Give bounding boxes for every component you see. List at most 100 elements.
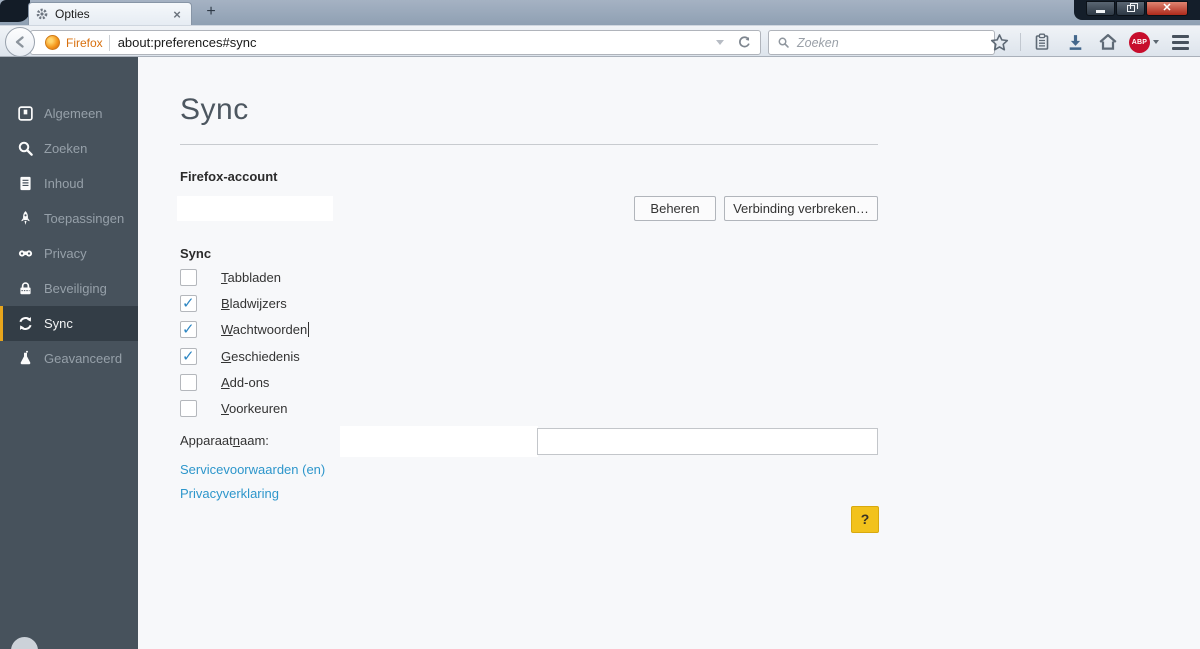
- sidebar-item-geavanceerd[interactable]: Geavanceerd: [0, 341, 138, 376]
- gear-icon: [36, 8, 48, 20]
- checkbox-label: Wachtwoorden: [221, 321, 308, 337]
- flask-icon: [20, 350, 31, 365]
- checkbox-row-geschiedenis[interactable]: Geschiedenis: [180, 347, 300, 365]
- clipboard-icon: [1035, 33, 1049, 50]
- sidebar-item-toepassingen[interactable]: Toepassingen: [0, 201, 138, 236]
- firefox-account-label: Firefox-account: [180, 169, 278, 184]
- checkbox[interactable]: [180, 347, 197, 365]
- toolbar-divider: [1020, 33, 1021, 51]
- sidebar-item-sync[interactable]: Sync: [0, 306, 138, 341]
- checkbox-row-wachtwoorden[interactable]: Wachtwoorden: [180, 320, 310, 338]
- sidebar-item-label: Geavanceerd: [44, 351, 123, 366]
- checkbox[interactable]: [180, 268, 197, 286]
- checkbox-row-addons[interactable]: Add-ons: [180, 373, 269, 391]
- sidebar-item-label: Inhoud: [44, 176, 84, 191]
- title-divider: [180, 144, 878, 145]
- restore-icon: [1126, 3, 1138, 12]
- toolbar-buttons: ABP: [987, 26, 1192, 58]
- tab-strip: Opties × + ✕: [0, 0, 1200, 25]
- url-separator: [108, 34, 110, 51]
- sidebar-item-zoeken[interactable]: Zoeken: [0, 131, 138, 166]
- download-arrow-icon: [1069, 34, 1081, 50]
- device-name-redacted: [340, 426, 538, 457]
- home-icon: [1099, 34, 1117, 50]
- mask-icon: [18, 250, 33, 257]
- text-caret: [308, 321, 310, 337]
- back-arrow-icon: [15, 36, 24, 48]
- star-icon: [990, 33, 1008, 51]
- close-icon: ✕: [1162, 2, 1172, 14]
- minimize-icon: [1096, 10, 1105, 13]
- close-button[interactable]: ✕: [1146, 1, 1188, 16]
- checkbox-row-bladwijzers[interactable]: Bladwijzers: [180, 294, 287, 312]
- sync-preferences-main: Sync Firefox-account Beheren Verbinding …: [138, 57, 1200, 649]
- sidebar-item-label: Beveiliging: [44, 281, 107, 296]
- restore-button[interactable]: [1116, 1, 1145, 16]
- tab-title: Opties: [55, 7, 90, 21]
- help-button[interactable]: ?: [851, 506, 879, 533]
- checkbox-label: Tabbladen: [221, 269, 281, 285]
- rocket-icon: [21, 211, 30, 225]
- scroll-peek-circle: [11, 637, 38, 649]
- lock-icon: [20, 282, 31, 295]
- browser-window: Opties × + ✕ Firefox about:preferences#s…: [0, 0, 1200, 649]
- hamburger-icon: [1171, 34, 1189, 50]
- window-corner: [0, 0, 30, 22]
- checkbox-label: Geschiedenis: [221, 348, 300, 364]
- firefox-badge-label[interactable]: Firefox: [66, 36, 103, 50]
- checkbox[interactable]: [180, 320, 197, 338]
- checkbox-label: Bladwijzers: [221, 295, 287, 311]
- sidebar-item-label: Privacy: [44, 246, 87, 261]
- home-button[interactable]: [1096, 30, 1120, 54]
- adblock-caret-icon: [1153, 40, 1159, 44]
- reload-icon: [738, 36, 750, 48]
- checkbox[interactable]: [180, 399, 197, 417]
- privacy-notice-link[interactable]: Privacyverklaring: [180, 486, 279, 501]
- window-controls: ✕: [1074, 0, 1200, 20]
- new-tab-button[interactable]: +: [198, 3, 224, 22]
- adblock-button[interactable]: ABP: [1129, 31, 1159, 53]
- general-panel-icon: [18, 106, 33, 121]
- back-button[interactable]: [5, 27, 35, 57]
- search-icon: [18, 141, 33, 156]
- url-text[interactable]: about:preferences#sync: [118, 35, 716, 50]
- checkbox-row-voorkeuren[interactable]: Voorkeuren: [180, 399, 288, 417]
- firefox-badge-icon[interactable]: [45, 35, 60, 50]
- search-box[interactable]: Zoeken: [768, 30, 995, 55]
- reload-button[interactable]: [734, 33, 754, 53]
- bookmark-star-button[interactable]: [987, 30, 1011, 54]
- minimize-button[interactable]: [1086, 1, 1115, 16]
- tab-opties[interactable]: Opties ×: [28, 2, 192, 25]
- checkbox[interactable]: [180, 294, 197, 312]
- sidebar-item-beveiliging[interactable]: Beveiliging: [0, 271, 138, 306]
- sidebar-item-label: Zoeken: [44, 141, 88, 156]
- sidebar-item-label: Toepassingen: [44, 211, 125, 226]
- search-placeholder: Zoeken: [797, 35, 839, 50]
- sidebar-item-label: Sync: [44, 316, 73, 331]
- sync-arrows-icon: [19, 317, 32, 330]
- page-title: Sync: [180, 93, 249, 126]
- manage-button[interactable]: Beheren: [634, 196, 716, 221]
- url-dropdown-icon[interactable]: [716, 40, 724, 45]
- sidebar-item-privacy[interactable]: Privacy: [0, 236, 138, 271]
- bookmarks-menu-button[interactable]: [1030, 30, 1054, 54]
- checkbox-label: Voorkeuren: [221, 400, 288, 416]
- document-icon: [20, 176, 31, 191]
- menu-button[interactable]: [1168, 30, 1192, 54]
- device-name-input[interactable]: [537, 428, 878, 455]
- terms-of-service-link[interactable]: Servicevoorwaarden (en): [180, 462, 325, 477]
- checkbox-row-tabbladen[interactable]: Tabbladen: [180, 268, 281, 286]
- downloads-button[interactable]: [1063, 30, 1087, 54]
- tab-close-button[interactable]: ×: [169, 7, 185, 22]
- url-bar[interactable]: Firefox about:preferences#sync: [30, 30, 761, 55]
- disconnect-button[interactable]: Verbinding verbreken…: [724, 196, 878, 221]
- checkbox[interactable]: [180, 373, 197, 391]
- search-icon: [778, 37, 789, 48]
- device-name-label: Apparaatnaam:: [180, 433, 269, 448]
- sidebar-item-algemeen[interactable]: Algemeen: [0, 96, 138, 131]
- sidebar-item-label: Algemeen: [44, 106, 103, 121]
- navigation-toolbar: Firefox about:preferences#sync Zoeken AB…: [0, 25, 1200, 57]
- adblock-abp-icon: ABP: [1129, 31, 1150, 53]
- sidebar-item-inhoud[interactable]: Inhoud: [0, 166, 138, 201]
- checkbox-label: Add-ons: [221, 374, 270, 390]
